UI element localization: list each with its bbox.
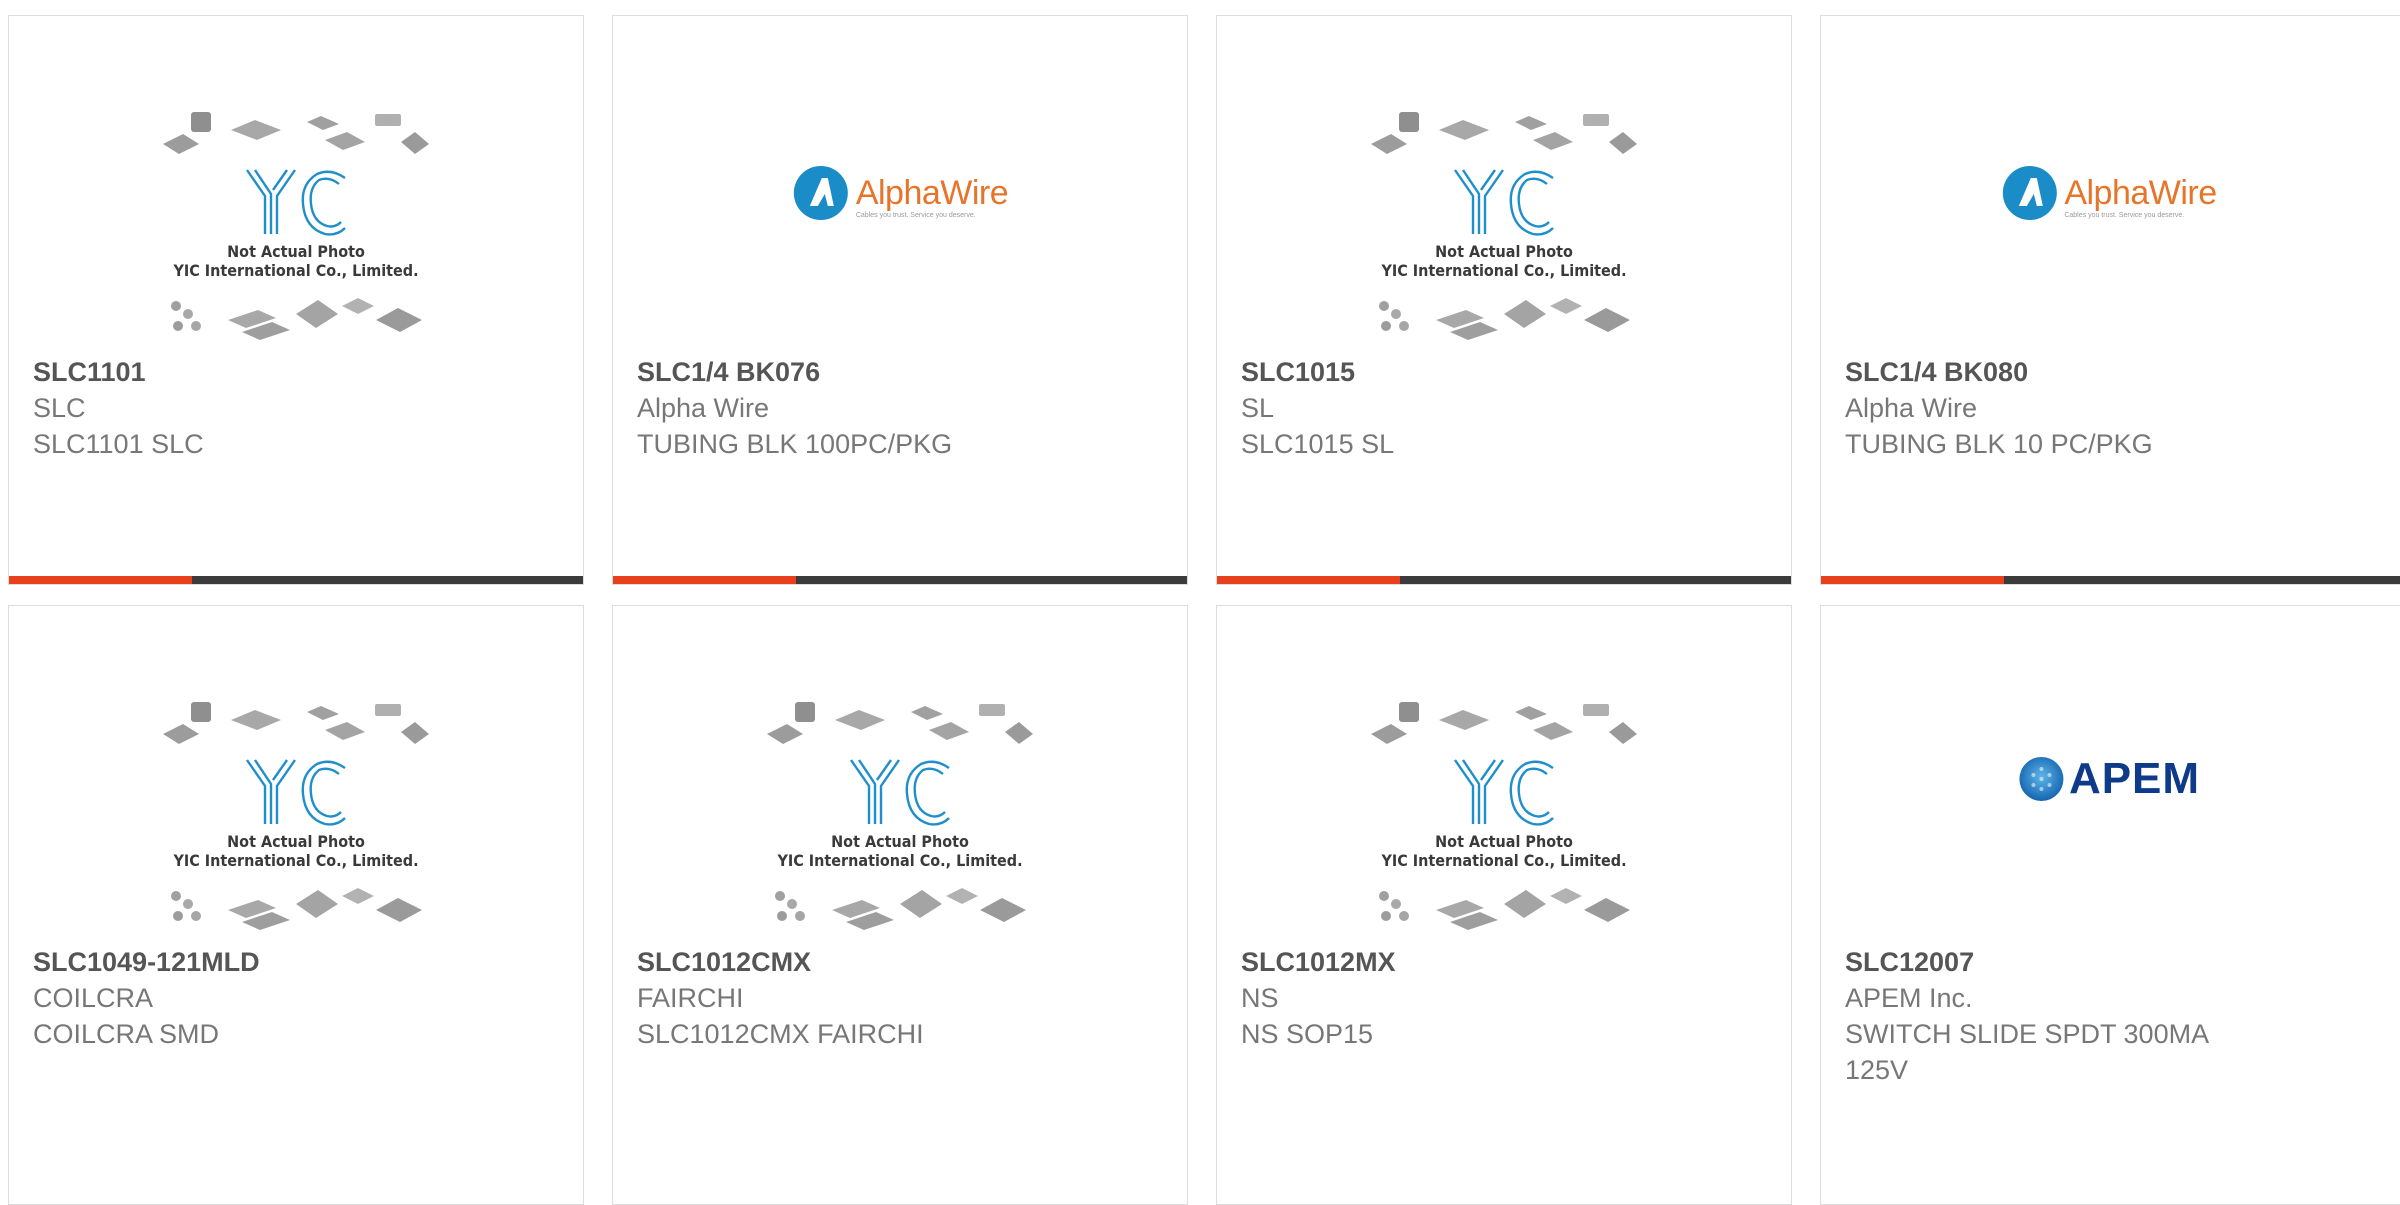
product-image-placeholder[interactable]: Not Actual Photo YIC International Co., …: [9, 606, 583, 936]
chips-icon: [1379, 888, 1630, 930]
manufacturer: COILCRA: [33, 983, 154, 1013]
manufacturer: FAIRCHI: [637, 983, 744, 1013]
placeholder-line1: Not Actual Photo: [227, 832, 365, 851]
alphawire-logo: AlphaWire Cables you trust. Service you …: [2000, 164, 2217, 222]
description: NS SOP15: [1241, 1019, 1374, 1049]
card-accent: [1821, 576, 2004, 584]
product-card[interactable]: Not Actual Photo YIC International Co., …: [1216, 605, 1792, 1205]
description: TUBING BLK 10 PC/PKG: [1845, 429, 2153, 459]
chips-icon: [1371, 112, 1637, 154]
card-bottom-bar: [1821, 576, 2400, 584]
product-card[interactable]: Not Actual Photo YIC International Co., …: [1216, 15, 1792, 585]
yic-logo-icon: [1454, 759, 1554, 826]
product-image-placeholder[interactable]: Not Actual Photo YIC International Co., …: [9, 16, 583, 346]
card-bottom-bar: [1217, 576, 1791, 584]
part-number[interactable]: SLC1012MX: [1241, 944, 1767, 980]
chips-icon: [767, 702, 1033, 744]
yic-logo-icon: [850, 759, 950, 826]
yic-logo-icon: [246, 759, 346, 826]
alphawire-wordmark: AlphaWire: [855, 173, 1009, 212]
part-number[interactable]: SLC1015: [1241, 354, 1767, 390]
placeholder-line2: YIC International Co., Limited.: [1381, 851, 1627, 870]
placeholder-line2: YIC International Co., Limited.: [173, 261, 419, 280]
placeholder-line2: YIC International Co., Limited.: [777, 851, 1023, 870]
alphawire-mark-icon: [793, 166, 848, 220]
alphawire-wordmark: AlphaWire: [2064, 173, 2217, 212]
card-bottom-bar: [9, 576, 583, 584]
product-card[interactable]: Not Actual Photo YIC International Co., …: [8, 605, 584, 1205]
placeholder-line2: YIC International Co., Limited.: [1381, 261, 1627, 280]
chips-icon: [163, 702, 429, 744]
part-number[interactable]: SLC1049-121MLD: [33, 944, 559, 980]
product-image-placeholder[interactable]: Not Actual Photo YIC International Co., …: [1217, 606, 1791, 936]
description: SLC1101 SLC: [33, 429, 204, 459]
description: SWITCH SLIDE SPDT 300MA 125V: [1845, 1019, 2208, 1085]
part-number[interactable]: SLC12007: [1845, 944, 2376, 980]
card-accent: [613, 576, 796, 584]
product-card[interactable]: APEM SLC12007 APEM Inc. SWITCH SLIDE SPD…: [1820, 605, 2400, 1205]
manufacturer: SLC: [33, 393, 86, 423]
product-card[interactable]: Not Actual Photo YIC International Co., …: [8, 15, 584, 585]
alphawire-mark-icon: [2002, 166, 2057, 220]
card-accent: [9, 576, 192, 584]
product-card[interactable]: Not Actual Photo YIC International Co., …: [612, 605, 1188, 1205]
manufacturer: Alpha Wire: [1845, 393, 1978, 423]
part-number[interactable]: SLC1/4 BK076: [637, 354, 1163, 390]
product-image-placeholder[interactable]: Not Actual Photo YIC International Co., …: [613, 606, 1187, 936]
product-image[interactable]: AlphaWire Cables you trust. Service you …: [1821, 16, 2396, 346]
alphawire-tagline: Cables you trust. Service you deserve.: [855, 212, 976, 219]
part-number[interactable]: SLC1/4 BK080: [1845, 354, 2376, 390]
description: SLC1012CMX FAIRCHI: [637, 1019, 924, 1049]
part-number[interactable]: SLC1101: [33, 354, 559, 390]
chips-icon: [171, 298, 422, 340]
manufacturer: Alpha Wire: [637, 393, 770, 423]
card-accent: [1217, 576, 1400, 584]
apem-globe-icon: [2018, 757, 2063, 801]
alphawire-logo: AlphaWire Cables you trust. Service you …: [792, 164, 1009, 222]
apem-wordmark: APEM: [2068, 754, 2201, 803]
manufacturer: SL: [1241, 393, 1275, 423]
chips-icon: [775, 888, 1026, 930]
product-image-placeholder[interactable]: Not Actual Photo YIC International Co., …: [1217, 16, 1791, 346]
description: TUBING BLK 100PC/PKG: [637, 429, 953, 459]
chips-icon: [1371, 702, 1637, 744]
card-bottom-bar: [613, 576, 1187, 584]
description: COILCRA SMD: [33, 1019, 220, 1049]
yic-logo-icon: [246, 169, 346, 236]
chips-icon: [163, 112, 429, 154]
manufacturer: APEM Inc.: [1845, 983, 1973, 1013]
chips-icon: [171, 888, 422, 930]
yic-logo-icon: [1454, 169, 1554, 236]
placeholder-line1: Not Actual Photo: [831, 832, 969, 851]
apem-logo: APEM: [2017, 754, 2200, 804]
alphawire-tagline: Cables you trust. Service you deserve.: [2064, 212, 2185, 219]
chips-icon: [1379, 298, 1630, 340]
product-card[interactable]: AlphaWire Cables you trust. Service you …: [1820, 15, 2400, 585]
part-number[interactable]: SLC1012CMX: [637, 944, 1163, 980]
description: SLC1015 SL: [1241, 429, 1395, 459]
placeholder-line1: Not Actual Photo: [227, 242, 365, 261]
product-image[interactable]: APEM: [1821, 606, 2396, 936]
placeholder-line1: Not Actual Photo: [1435, 242, 1573, 261]
manufacturer: NS: [1241, 983, 1279, 1013]
product-image[interactable]: AlphaWire Cables you trust. Service you …: [613, 16, 1187, 346]
product-card[interactable]: AlphaWire Cables you trust. Service you …: [612, 15, 1188, 585]
placeholder-line2: YIC International Co., Limited.: [173, 851, 419, 870]
placeholder-line1: Not Actual Photo: [1435, 832, 1573, 851]
